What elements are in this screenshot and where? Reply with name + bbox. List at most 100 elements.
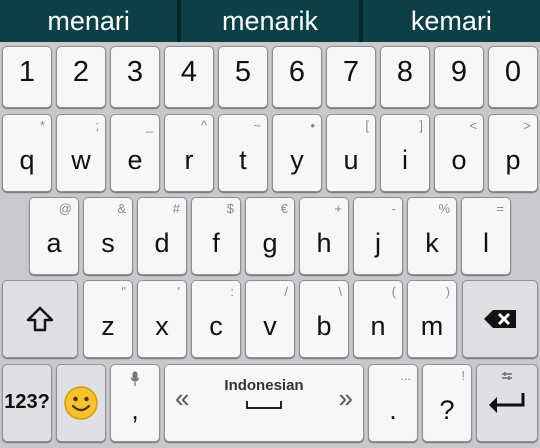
key-label: f	[212, 228, 220, 258]
key-label: c	[209, 311, 223, 341]
key-label: e	[127, 145, 143, 175]
key-label: 6	[288, 56, 306, 88]
key-hint: <	[469, 118, 477, 133]
letter-c-key[interactable]: :c	[191, 280, 241, 358]
emoji-key[interactable]	[56, 364, 106, 442]
letter-l-key[interactable]: = l	[461, 197, 511, 275]
letter-h-key[interactable]: + h	[299, 197, 349, 275]
letter-v-key[interactable]: / v	[245, 280, 295, 358]
letter-m-key[interactable]: ) m	[407, 280, 457, 358]
key-label: l	[483, 228, 489, 258]
suggestion-1[interactable]: menari	[0, 0, 177, 42]
key-label: 2	[72, 56, 90, 88]
period-key-hint: ...	[400, 368, 411, 383]
symbols-key[interactable]: 123?	[2, 364, 52, 442]
letter-i-key[interactable]: ] i	[380, 114, 430, 192]
key-label: n	[370, 311, 386, 341]
letter-j-key[interactable]: -j	[353, 197, 403, 275]
key-hint: =	[496, 201, 504, 216]
letter-u-key[interactable]: [u	[326, 114, 376, 192]
keyboard: 123? , « Indonesian » ... . ! ? 1 2 3 4 …	[0, 42, 540, 448]
key-label: r	[184, 145, 194, 175]
letter-n-key[interactable]: (n	[353, 280, 403, 358]
key-label: 9	[450, 56, 468, 88]
shift-key[interactable]	[2, 280, 78, 358]
key-label: 5	[234, 56, 252, 88]
key-label: w	[71, 145, 91, 175]
number-6-key[interactable]: 6	[272, 46, 322, 108]
language-label: Indonesian	[224, 377, 304, 394]
letter-s-key[interactable]: & s	[83, 197, 133, 275]
comma-key[interactable]: ,	[110, 364, 160, 442]
letter-w-key[interactable]: ; w	[56, 114, 106, 192]
key-hint: ]	[419, 118, 423, 133]
letter-p-key[interactable]: > p	[488, 114, 538, 192]
question-key-label: ?	[439, 395, 455, 425]
number-2-key[interactable]: 2	[56, 46, 106, 108]
number-9-key[interactable]: 9	[434, 46, 484, 108]
key-hint: /	[284, 284, 288, 299]
shift-arrow-icon	[3, 281, 77, 357]
key-label: y	[290, 145, 304, 175]
space-bar-icon	[246, 401, 282, 409]
key-hint: #	[172, 201, 180, 216]
smiley-face-icon	[57, 365, 105, 441]
number-0-key[interactable]: 0	[488, 46, 538, 108]
number-3-key[interactable]: 3	[110, 46, 160, 108]
key-hint: ~	[253, 118, 261, 133]
letter-a-key[interactable]: @ a	[29, 197, 79, 275]
letter-y-key[interactable]: • y	[272, 114, 322, 192]
microphone-icon	[111, 371, 159, 387]
letter-k-key[interactable]: % k	[407, 197, 457, 275]
key-label: d	[154, 228, 170, 258]
number-4-key[interactable]: 4	[164, 46, 214, 108]
letter-t-key[interactable]: ~ t	[218, 114, 268, 192]
letter-o-key[interactable]: < o	[434, 114, 484, 192]
symbols-key-label: 123?	[4, 391, 50, 413]
key-label: 3	[126, 56, 144, 88]
letter-b-key[interactable]: \ b	[299, 280, 349, 358]
period-key-label: .	[389, 395, 397, 425]
key-hint: €	[280, 201, 288, 216]
key-hint: :	[230, 284, 234, 299]
key-hint: •	[310, 118, 315, 133]
number-1-key[interactable]: 1	[2, 46, 52, 108]
key-hint: "	[121, 284, 126, 299]
letter-e-key[interactable]: _ e	[110, 114, 160, 192]
letter-x-key[interactable]: ' x	[137, 280, 187, 358]
key-label: j	[375, 228, 381, 258]
letter-z-key[interactable]: " z	[83, 280, 133, 358]
key-label: s	[101, 228, 115, 258]
enter-arrow-icon	[477, 365, 537, 441]
key-label: u	[343, 145, 359, 175]
key-hint: $	[226, 201, 234, 216]
key-hint: -	[391, 201, 396, 216]
suggestion-3[interactable]: kemari	[363, 0, 540, 42]
enter-key[interactable]	[476, 364, 538, 442]
key-label: t	[239, 145, 247, 175]
letter-r-key[interactable]: ^ r	[164, 114, 214, 192]
suggestion-2[interactable]: menarik	[181, 0, 358, 42]
number-7-key[interactable]: 7	[326, 46, 376, 108]
letter-q-key[interactable]: * q	[2, 114, 52, 192]
key-label: g	[262, 228, 278, 258]
key-label: z	[101, 311, 115, 341]
key-hint: )	[445, 284, 450, 299]
key-hint: (	[391, 284, 396, 299]
question-key-hint: !	[461, 368, 465, 383]
key-label: h	[316, 228, 332, 258]
key-hint: %	[438, 201, 450, 216]
key-label: p	[505, 145, 521, 175]
space-key[interactable]: « Indonesian »	[164, 364, 364, 442]
key-label: a	[46, 228, 62, 258]
key-hint: ^	[200, 118, 207, 133]
number-5-key[interactable]: 5	[218, 46, 268, 108]
period-key[interactable]: ... .	[368, 364, 418, 442]
letter-f-key[interactable]: $ f	[191, 197, 241, 275]
letter-d-key[interactable]: # d	[137, 197, 187, 275]
backspace-key[interactable]	[462, 280, 538, 358]
question-key[interactable]: ! ?	[422, 364, 472, 442]
key-hint: _	[145, 118, 153, 133]
number-8-key[interactable]: 8	[380, 46, 430, 108]
letter-g-key[interactable]: € g	[245, 197, 295, 275]
